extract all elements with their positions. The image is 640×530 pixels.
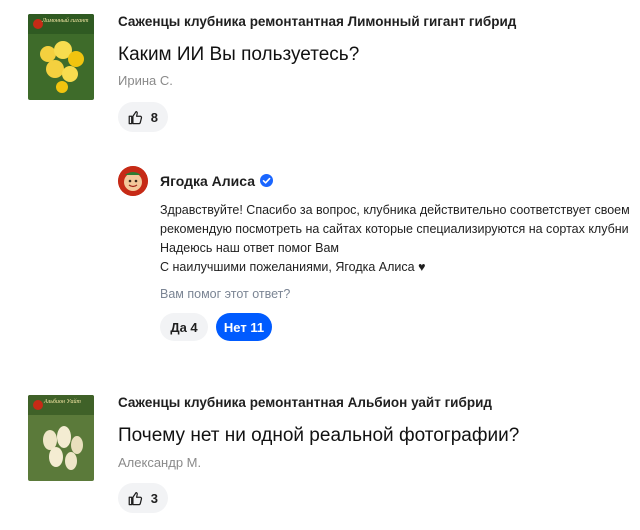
- seller-name-text: Ягодка Алиса: [160, 173, 255, 189]
- like-count: 3: [150, 490, 158, 506]
- white-strawberry-image: [28, 395, 94, 481]
- product-title[interactable]: Саженцы клубника ремонтантная Лимонный г…: [118, 14, 516, 29]
- like-button[interactable]: 8: [118, 102, 168, 132]
- thumbs-up-icon: [128, 491, 143, 505]
- product-thumbnail[interactable]: Альбион Уайт: [28, 395, 94, 481]
- seller-name: Ягодка Алиса: [160, 173, 273, 189]
- answer-body: Здравствуйте! Спасибо за вопрос, клубник…: [160, 201, 630, 277]
- question-author: Александр М.: [118, 455, 202, 470]
- verified-icon: [260, 174, 273, 187]
- lemon-strawberry-image: [28, 14, 94, 100]
- product-title[interactable]: Саженцы клубника ремонтантная Альбион уа…: [118, 395, 492, 410]
- strawberry-mascot-icon: [118, 166, 148, 196]
- like-count: 8: [150, 109, 158, 125]
- question-author: Ирина С.: [118, 73, 173, 88]
- answer-line: рекомендую посмотреть на сайтах которые …: [160, 222, 629, 236]
- helpful-question: Вам помог этот ответ?: [160, 287, 291, 301]
- question-text: Почему нет ни одной реальной фотографии?: [118, 425, 520, 446]
- product-thumbnail[interactable]: Лимонный гигант: [28, 14, 94, 100]
- thumbs-up-icon: [128, 110, 143, 124]
- answer-line: С наилучшими пожеланиями, Ягодка Алиса ♥: [160, 260, 426, 274]
- helpful-no-button[interactable]: Нет 11: [216, 313, 272, 341]
- like-button[interactable]: 3: [118, 483, 168, 513]
- thumbnail-caption: Лимонный гигант: [42, 18, 89, 24]
- answer-line: Здравствуйте! Спасибо за вопрос, клубник…: [160, 203, 630, 217]
- seller-avatar: [118, 166, 148, 196]
- question-text: Каким ИИ Вы пользуетесь?: [118, 44, 360, 65]
- helpful-yes-button[interactable]: Да 4: [160, 313, 208, 341]
- thumbnail-caption: Альбион Уайт: [44, 399, 81, 405]
- answer-line: Надеюсь наш ответ помог Вам: [160, 241, 340, 255]
